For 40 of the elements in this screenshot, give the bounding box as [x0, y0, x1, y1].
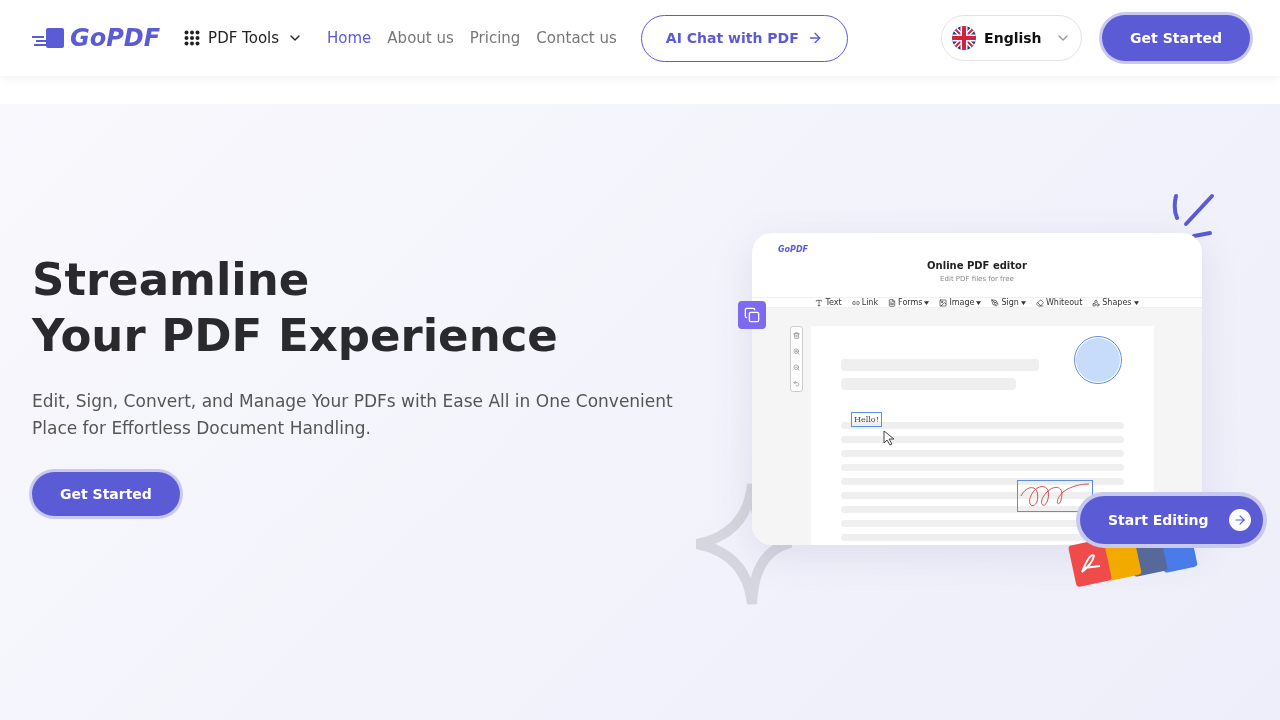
get-started-button[interactable]: Get Started	[1102, 15, 1250, 61]
logo-text: GoPDF	[70, 24, 161, 52]
zoom-out-icon	[793, 363, 800, 371]
tool-icon	[815, 298, 824, 307]
trash-icon	[793, 331, 800, 339]
document-icon	[32, 28, 66, 48]
tool-icon	[1092, 298, 1101, 307]
preview-tool: Shapes	[1088, 298, 1143, 307]
preview-logo: GoPDF	[777, 244, 810, 254]
preview-tool: Link	[847, 298, 883, 307]
hero-title: Streamline Your PDF Experience	[32, 252, 559, 364]
language-select[interactable]: English	[941, 15, 1083, 61]
get-started-button[interactable]: Get Started	[32, 472, 180, 516]
pdf-tools-menu[interactable]: PDF Tools	[184, 29, 304, 47]
preview-text-box: Hello!	[851, 412, 882, 427]
hero-subtitle: Edit, Sign, Convert, and Manage Your PDFs with Ease All in One Convenient Place for Effortless Document Handling.	[32, 390, 674, 440]
grid-icon	[184, 30, 201, 46]
nav-link[interactable]: Home	[327, 29, 372, 47]
preview-tool: Whiteout	[1031, 298, 1087, 307]
tool-icon	[939, 298, 948, 307]
preview-tool: Image	[935, 298, 986, 307]
nav-link[interactable]: About us	[387, 29, 454, 47]
tool-icon	[888, 298, 897, 307]
preview-tool: Text	[811, 298, 846, 307]
tool-icon	[1035, 298, 1044, 307]
undo-icon	[793, 379, 800, 387]
nav-link[interactable]: Contact us	[536, 29, 617, 47]
preview-tool: Forms	[884, 298, 934, 307]
selected-circle-shape	[1076, 338, 1120, 382]
logo[interactable]: GoPDF	[32, 24, 161, 52]
tool-icon	[991, 298, 1000, 307]
tool-icon	[851, 298, 860, 307]
preview-tool: Sign	[987, 298, 1030, 307]
flag-icon	[952, 26, 977, 50]
nav-link[interactable]: Pricing	[469, 29, 521, 47]
arrow-right-icon	[1228, 509, 1251, 531]
cursor-icon	[883, 430, 897, 446]
preview-title: Online PDF editor	[926, 260, 1028, 271]
ai-chat-button[interactable]: AI Chat with PDF	[640, 14, 848, 62]
zoom-in-icon	[793, 347, 800, 355]
